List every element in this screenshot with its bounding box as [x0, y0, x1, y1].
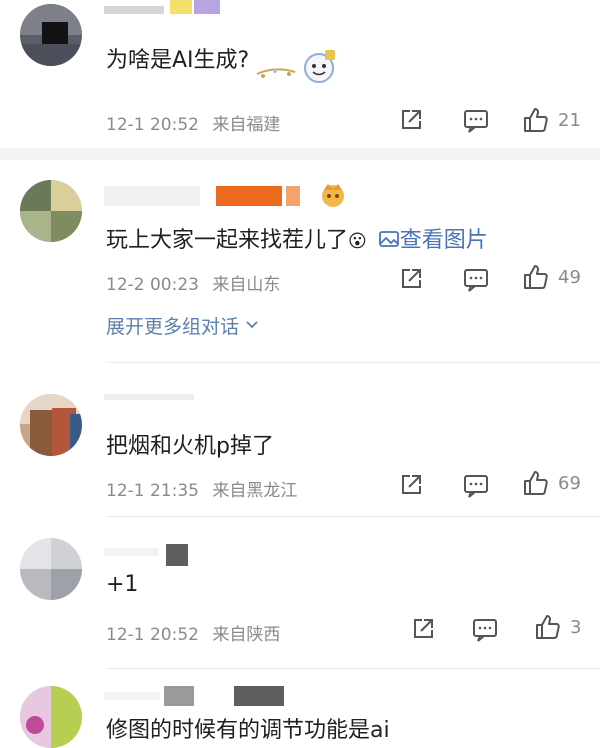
comment-button[interactable]: [463, 472, 489, 498]
sticker-image: [255, 46, 341, 86]
comment-text: +1: [106, 572, 139, 597]
comment-text-row: 玩上大家一起来找茬儿了😮 查看图片: [106, 222, 488, 254]
avatar[interactable]: [20, 394, 82, 456]
comment-meta: 12-1 21:35 来自黑龙江: [106, 476, 297, 501]
share-button[interactable]: [410, 616, 436, 642]
thumbs-up-icon: [524, 471, 548, 495]
share-button[interactable]: [398, 266, 424, 292]
comment-button[interactable]: [463, 107, 489, 133]
username-blurred[interactable]: [104, 542, 194, 566]
comment-meta: 12-2 00:23 来自山东: [106, 270, 280, 295]
like-button[interactable]: 49: [522, 264, 581, 290]
thumbs-up-icon: [524, 265, 548, 289]
divider: [106, 516, 600, 517]
comment-item: 修图的时候有的调节功能是ai: [0, 670, 600, 748]
comment-icon: [464, 110, 488, 133]
divider: [106, 668, 600, 669]
thumbs-up-icon: [536, 615, 560, 639]
view-image-link[interactable]: 查看图片: [378, 228, 488, 253]
comment-text: 修图的时候有的调节功能是ai: [106, 718, 390, 743]
like-button[interactable]: 3: [534, 614, 581, 640]
avatar[interactable]: [20, 538, 82, 600]
avatar[interactable]: [20, 180, 82, 242]
avatar[interactable]: [20, 4, 82, 66]
comment-item: +1 12-1 20:52 来自陕西 3: [0, 518, 600, 668]
comment-text: 为啥是AI生成?: [106, 48, 250, 73]
share-button[interactable]: [398, 107, 424, 133]
badge-icon: [318, 182, 348, 208]
expand-conversation-link[interactable]: 展开更多组对话: [106, 312, 259, 339]
comment-button[interactable]: [472, 616, 498, 642]
comment-item: 把烟和火机p掉了 12-1 21:35 来自黑龙江 69: [0, 364, 600, 514]
comment-icon: [473, 619, 497, 642]
comment-icon: [464, 475, 488, 498]
username-blurred[interactable]: [104, 388, 200, 408]
comment-icon: [464, 269, 488, 292]
emoji: 😮: [348, 231, 367, 252]
comment-item: 为啥是AI生成? 12-1 20:52 来自福建 21: [0, 0, 600, 150]
timestamp: 12-1 21:35: [106, 481, 199, 501]
comment-meta: 12-1 20:52 来自福建: [106, 110, 280, 135]
timestamp: 12-1 20:52: [106, 625, 199, 645]
like-button[interactable]: 69: [522, 470, 581, 496]
comment-text: 玩上大家一起来找茬儿了: [106, 228, 349, 253]
share-icon: [414, 619, 433, 638]
thumbs-up-icon: [524, 108, 548, 132]
expand-label: 展开更多组对话: [106, 316, 240, 338]
image-icon: [378, 231, 399, 247]
comment-meta: 12-1 20:52 来自陕西: [106, 620, 280, 645]
section-divider: [0, 148, 600, 160]
like-count: 3: [570, 616, 582, 638]
divider: [106, 362, 600, 363]
comment-text: 把烟和火机p掉了: [106, 434, 274, 459]
share-button[interactable]: [398, 472, 424, 498]
comment-button[interactable]: [463, 266, 489, 292]
location: 来自陕西: [212, 625, 281, 645]
location: 来自山东: [212, 275, 281, 295]
avatar[interactable]: [20, 686, 82, 748]
location: 来自黑龙江: [212, 481, 298, 501]
username-blurred[interactable]: [104, 0, 224, 20]
view-image-label: 查看图片: [399, 228, 488, 253]
like-count: 21: [558, 109, 581, 131]
share-icon: [402, 110, 421, 129]
like-count: 49: [558, 266, 581, 288]
timestamp: 12-2 00:23: [106, 275, 199, 295]
username-blurred[interactable]: [104, 686, 304, 706]
chevron-down-icon: [246, 321, 258, 329]
location: 来自福建: [212, 115, 281, 135]
like-button[interactable]: 21: [522, 107, 581, 133]
share-icon: [402, 269, 421, 288]
like-count: 69: [558, 472, 581, 494]
comment-item: 玩上大家一起来找茬儿了😮 查看图片 12-2 00:23 来自山东 49 展开更…: [0, 160, 600, 360]
timestamp: 12-1 20:52: [106, 115, 199, 135]
share-icon: [402, 475, 421, 494]
